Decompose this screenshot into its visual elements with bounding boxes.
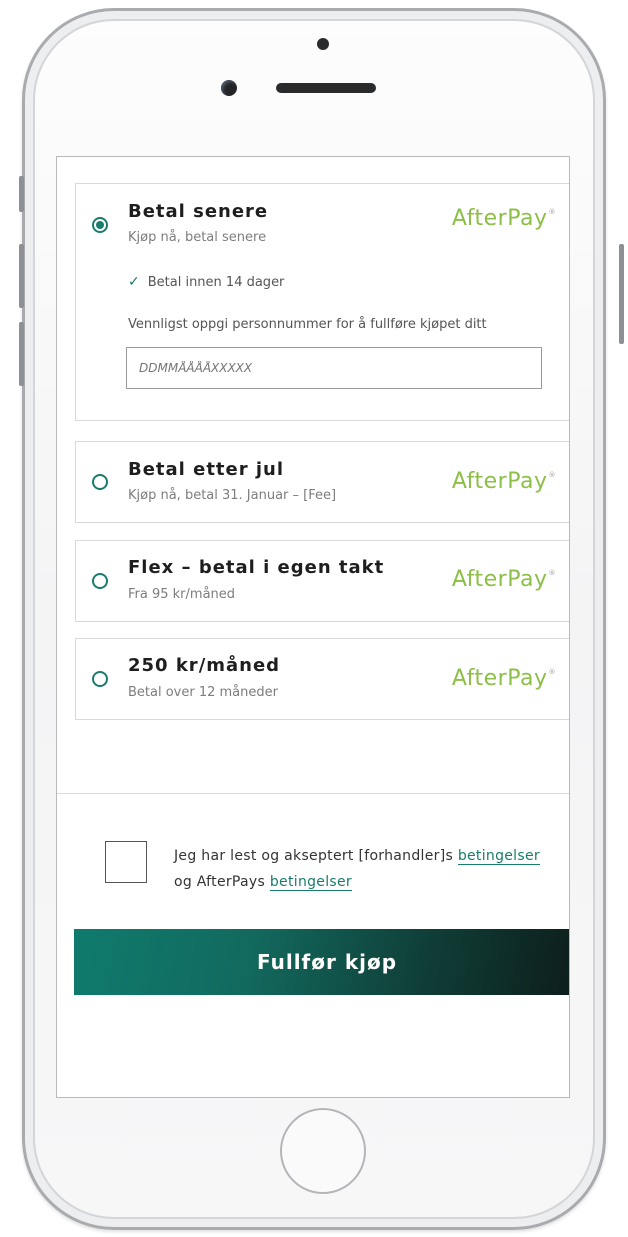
payment-option-250-kr-maned[interactable]: 250 kr/måned Betal over 12 måneder After… (75, 638, 569, 720)
complete-purchase-button[interactable]: Fullfør kjøp (74, 929, 569, 995)
afterpay-logo: AfterPay® (451, 567, 556, 592)
option-subtitle: Fra 95 kr/måned (128, 587, 236, 602)
afterpay-logo: AfterPay® (451, 206, 556, 231)
check-icon: ✓ (128, 274, 140, 290)
payment-option-betal-senere[interactable]: Betal senere Kjøp nå, betal senere After… (75, 183, 569, 421)
radio-250-kr-maned[interactable] (92, 671, 108, 687)
check-text: Betal innen 14 dager (147, 275, 285, 290)
terms-text: Jeg har lest og akseptert [forhandler]s … (174, 843, 540, 895)
option-title: Betal senere (128, 201, 269, 222)
option-title: Betal etter jul (128, 459, 285, 480)
volume-up-button (19, 244, 24, 308)
terms-link-merchant[interactable]: betingelser (457, 848, 540, 865)
proximity-sensor (317, 38, 329, 50)
terms-link-afterpay[interactable]: betingelser (269, 874, 352, 891)
home-button[interactable] (280, 1108, 366, 1194)
check-row: ✓ Betal innen 14 dager (128, 274, 284, 290)
earpiece-speaker (276, 83, 376, 93)
instruction-text: Vennligst oppgi personnummer for å fullf… (128, 317, 487, 332)
personal-number-input[interactable] (126, 347, 542, 389)
terms-text-2: og AfterPays (174, 874, 266, 890)
volume-down-button (19, 322, 24, 386)
radio-flex[interactable] (92, 573, 108, 589)
power-button (619, 244, 624, 344)
option-subtitle: Kjøp nå, betal 31. Januar – [Fee] (128, 488, 337, 503)
checkout-screen: Betal senere Kjøp nå, betal senere After… (56, 156, 570, 1098)
radio-betal-senere[interactable] (92, 217, 108, 233)
payment-option-betal-etter-jul[interactable]: Betal etter jul Kjøp nå, betal 31. Janua… (75, 441, 569, 523)
option-title: 250 kr/måned (128, 655, 281, 676)
front-camera (221, 80, 237, 96)
terms-text-1: Jeg har lest og akseptert [forhandler]s (174, 848, 454, 864)
afterpay-logo: AfterPay® (451, 666, 556, 691)
terms-checkbox[interactable] (105, 841, 147, 883)
option-subtitle: Betal over 12 måneder (128, 685, 278, 700)
option-title: Flex – betal i egen takt (128, 557, 385, 578)
option-subtitle: Kjøp nå, betal senere (128, 230, 267, 245)
silent-switch (19, 176, 24, 212)
payment-option-flex[interactable]: Flex – betal i egen takt Fra 95 kr/måned… (75, 540, 569, 622)
section-divider (57, 793, 569, 794)
afterpay-logo: AfterPay® (451, 469, 556, 494)
radio-betal-etter-jul[interactable] (92, 474, 108, 490)
